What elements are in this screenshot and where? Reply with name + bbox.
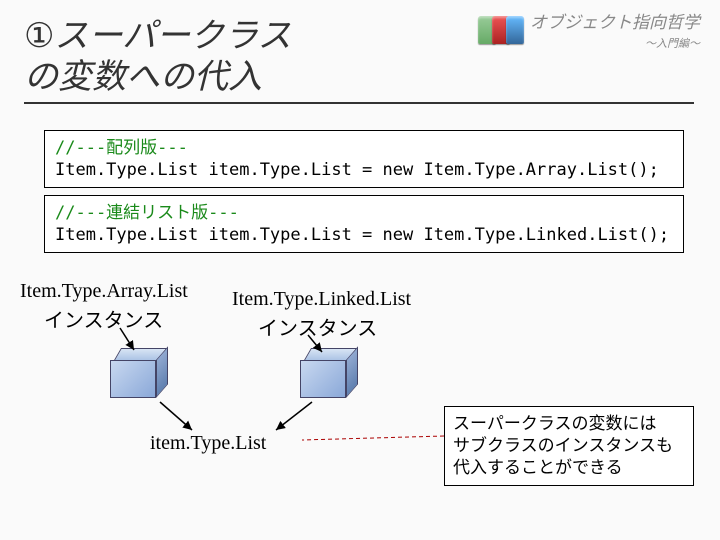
note-line3: 代入することができる [453,457,685,479]
array-class-label: Item.Type.Array.List [20,280,188,303]
title-line1: スーパークラス [54,17,291,55]
linked-instance-label: インスタンス [258,312,377,341]
cube-array-instance [110,348,170,398]
arrow-cubeB-to-var [276,402,312,430]
note-line2: サブクラスのインスタンスも [453,435,685,457]
explanation-note: スーパークラスの変数には サブクラスのインスタンスも 代入することができる [444,406,694,486]
code-comment-linked: //---連結リスト版--- [55,202,673,224]
title-line2: の変数への代入 [24,58,262,96]
slide-title: ①スーパークラス の変数への代入 [24,16,694,104]
code-line-array: Item.Type.List item.Type.List = new Item… [55,159,673,181]
code-box-array: //---配列版--- Item.Type.List item.Type.Lis… [44,130,684,188]
item-variable-label: item.Type.List [150,432,266,455]
dashed-connector [302,436,444,440]
code-comment-array: //---配列版--- [55,137,673,159]
array-instance-label: インスタンス [44,304,163,333]
cube-linked-instance [300,348,360,398]
slide-number: ① [24,16,54,57]
code-line-linked: Item.Type.List item.Type.List = new Item… [55,224,673,246]
note-line1: スーパークラスの変数には [453,413,685,435]
arrow-cubeA-to-var [160,402,192,430]
linked-class-label: Item.Type.Linked.List [232,288,411,311]
code-box-linked: //---連結リスト版--- Item.Type.List item.Type.… [44,195,684,253]
